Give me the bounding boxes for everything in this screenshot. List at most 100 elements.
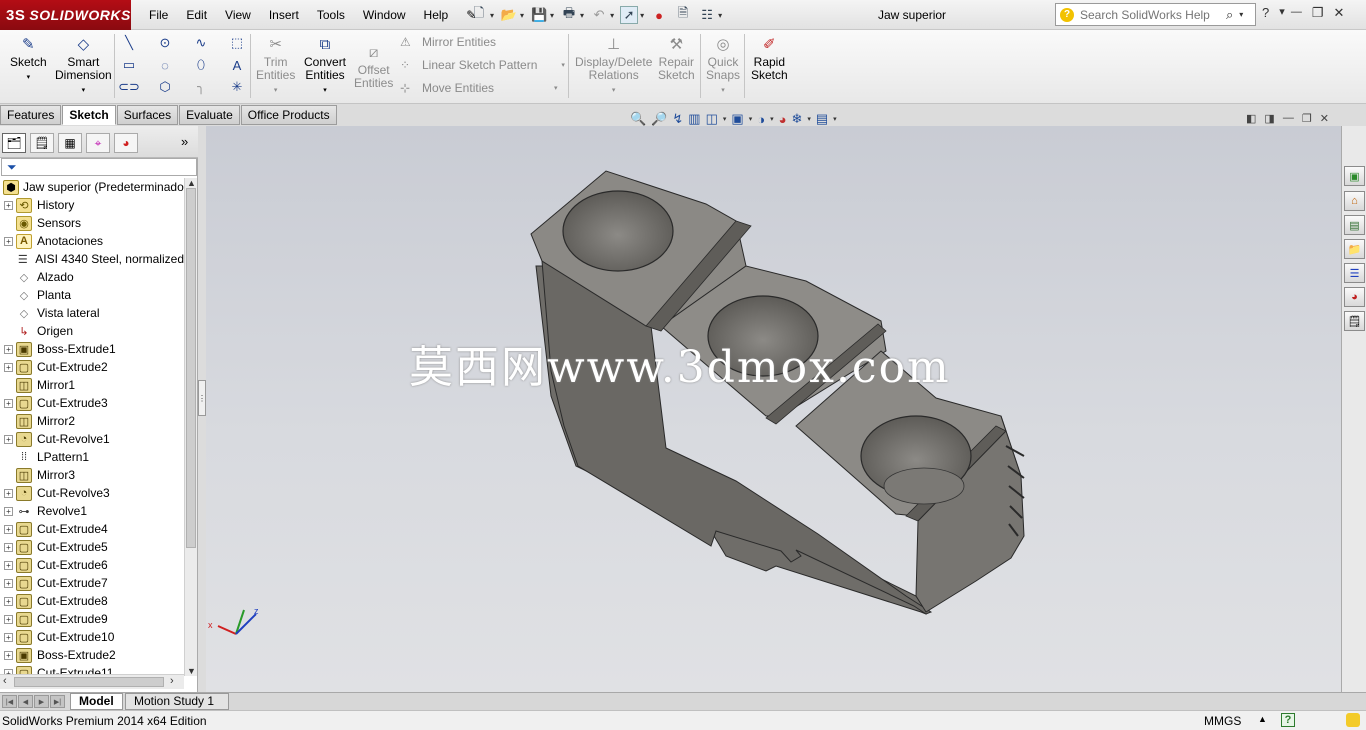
help-status-icon[interactable]: ? bbox=[1281, 713, 1295, 727]
slot-icon[interactable]: ⊂⊃ bbox=[118, 79, 140, 95]
options-dropdown-icon[interactable]: ▾ bbox=[718, 11, 722, 20]
close-icon[interactable]: ✕ bbox=[1334, 5, 1345, 21]
apply-scene-icon[interactable]: ❄ bbox=[791, 111, 802, 127]
solidworks-resources-icon[interactable]: ▣ bbox=[1344, 166, 1365, 186]
rectangle-icon[interactable]: ▭ bbox=[121, 57, 137, 73]
expand-icon[interactable]: + bbox=[4, 344, 13, 354]
solidworks-logo[interactable]: 3S SOLIDWORKS bbox=[0, 0, 131, 30]
viewport-minimize-icon[interactable]: — bbox=[1283, 112, 1294, 125]
expand-icon[interactable]: + bbox=[4, 596, 13, 606]
linear-sketch-pattern-button[interactable]: ⁘ Linear Sketch Pattern ▾ bbox=[400, 58, 565, 72]
tab-evaluate[interactable]: Evaluate bbox=[179, 105, 240, 125]
open-folder-icon[interactable]: 📂 bbox=[500, 6, 518, 24]
minimize-icon[interactable]: ▾ — bbox=[1279, 5, 1302, 21]
options-icon[interactable]: ☷ bbox=[698, 6, 716, 24]
scroll-down-icon[interactable]: ▼ bbox=[187, 666, 196, 676]
fillet-icon[interactable]: ╮ bbox=[193, 79, 209, 95]
tree-item[interactable]: + ▢ Cut-Extrude2 bbox=[0, 358, 184, 376]
tab-surfaces[interactable]: Surfaces bbox=[116, 105, 179, 125]
quick-snaps-button[interactable]: ◎ Quick Snaps ▾ bbox=[706, 34, 740, 97]
expand-icon[interactable]: + bbox=[4, 362, 13, 372]
expand-icon[interactable]: + bbox=[4, 200, 13, 210]
expand-icon[interactable]: + bbox=[4, 578, 13, 588]
tab-features[interactable]: Features bbox=[0, 105, 62, 125]
tree-filter[interactable]: ⏷ bbox=[1, 158, 197, 176]
repair-sketch-button[interactable]: ⚒ Repair Sketch bbox=[658, 34, 695, 82]
zoom-to-area-icon[interactable]: 🔎 bbox=[651, 111, 667, 127]
save-icon[interactable]: 💾 bbox=[530, 6, 548, 24]
tree-item[interactable]: ◫ Mirror1 bbox=[0, 376, 184, 394]
tree-item[interactable]: + ▢ Cut-Extrude6 bbox=[0, 556, 184, 574]
tree-root[interactable]: ⬢ Jaw superior (Predeterminado bbox=[0, 178, 184, 196]
expand-icon[interactable]: + bbox=[4, 614, 13, 624]
move-entities-button[interactable]: ⊹ Move Entities ▾ bbox=[400, 81, 558, 95]
spline-icon[interactable]: ∿ bbox=[193, 35, 209, 51]
help-icon[interactable]: ? bbox=[1262, 5, 1269, 21]
undo-dropdown-icon[interactable]: ▾ bbox=[610, 11, 614, 20]
expand-icon[interactable]: + bbox=[4, 524, 13, 534]
print-icon[interactable]: 🖶 bbox=[560, 5, 578, 24]
view-settings-icon[interactable]: ▤ bbox=[816, 111, 828, 127]
rebuild-icon[interactable]: ● bbox=[650, 6, 668, 24]
hide-show-dropdown-icon[interactable]: ▾ bbox=[770, 115, 774, 123]
tree-item[interactable]: ◇ Vista lateral bbox=[0, 304, 184, 322]
tab-motion-study-1[interactable]: Motion Study 1 bbox=[125, 693, 229, 710]
sketch-grid-icon[interactable]: ⬚ bbox=[229, 35, 245, 51]
custom-properties-icon[interactable]: 🗒 bbox=[1344, 311, 1365, 331]
save-dropdown-icon[interactable]: ▾ bbox=[550, 11, 554, 20]
print-dropdown-icon[interactable]: ▾ bbox=[580, 11, 584, 20]
tree-item[interactable]: ◇ Alzado bbox=[0, 268, 184, 286]
tree-item[interactable]: ⁞⁞ LPattern1 bbox=[0, 448, 184, 466]
menu-view[interactable]: View bbox=[216, 8, 260, 22]
scroll-right-icon[interactable]: › bbox=[170, 675, 174, 687]
display-style-icon[interactable]: ▣ bbox=[731, 111, 743, 127]
expand-icon[interactable]: + bbox=[4, 434, 13, 444]
tree-item[interactable]: + ◔ Cut-Revolve3 bbox=[0, 484, 184, 502]
restore-icon[interactable]: ❐ bbox=[1312, 5, 1324, 21]
new-dropdown-icon[interactable]: ▾ bbox=[490, 11, 494, 20]
sketch-button[interactable]: ✎ Sketch ▾ bbox=[10, 34, 47, 84]
menu-insert[interactable]: Insert bbox=[260, 8, 308, 22]
home-icon[interactable]: ⌂ bbox=[1344, 191, 1365, 211]
scene-dropdown-icon[interactable]: ▾ bbox=[807, 115, 811, 123]
new-document-icon[interactable]: 🗋 bbox=[470, 5, 488, 24]
tree-item[interactable]: + ▢ Cut-Extrude4 bbox=[0, 520, 184, 538]
menu-tools[interactable]: Tools bbox=[308, 8, 354, 22]
prev-tab-icon[interactable]: ◀ bbox=[18, 695, 33, 708]
graphics-area[interactable]: 🔍 🔎 ↯ ▥ ◫ ▾ ▣ ▾ ◑ ▾ ◕ ❄ ▾ ▤ ▾ ◧ ◨ — ❐ ✕ bbox=[206, 111, 1341, 692]
viewport-close-icon[interactable]: ✕ bbox=[1320, 112, 1329, 125]
hscroll-thumb[interactable] bbox=[14, 677, 164, 687]
expand-icon[interactable]: + bbox=[4, 488, 13, 498]
viewport-split-icon[interactable]: ◧ bbox=[1246, 112, 1256, 125]
tree-item[interactable]: + ▣ Boss-Extrude1 bbox=[0, 340, 184, 358]
rapid-sketch-button[interactable]: ✐ Rapid Sketch bbox=[751, 34, 788, 82]
display-manager-tab-icon[interactable]: ◕ bbox=[114, 133, 138, 153]
text-icon[interactable]: A bbox=[229, 57, 245, 73]
tree-item[interactable]: + ⟲ History bbox=[0, 196, 184, 214]
tree-item[interactable]: ◇ Planta bbox=[0, 286, 184, 304]
last-tab-icon[interactable]: ▶| bbox=[50, 695, 65, 708]
polygon-icon[interactable]: ⬡ bbox=[157, 79, 173, 95]
expand-icon[interactable]: + bbox=[4, 236, 13, 246]
scroll-left-icon[interactable]: ‹ bbox=[3, 675, 7, 687]
tree-item[interactable]: + ▢ Cut-Extrude9 bbox=[0, 610, 184, 628]
select-pointer-icon[interactable]: ➚ bbox=[620, 6, 639, 24]
design-library-icon[interactable]: ▤ bbox=[1344, 215, 1365, 235]
tree-item[interactable]: ↳ Origen bbox=[0, 322, 184, 340]
search-input[interactable] bbox=[1080, 7, 1220, 22]
tree-item[interactable]: + A Anotaciones bbox=[0, 232, 184, 250]
arc-icon[interactable]: ◌ bbox=[157, 57, 173, 73]
expand-icon[interactable]: + bbox=[4, 398, 13, 408]
search-dropdown-icon[interactable]: ▾ bbox=[1239, 10, 1243, 19]
expand-icon[interactable]: + bbox=[4, 632, 13, 642]
mirror-entities-button[interactable]: ⚠ Mirror Entities bbox=[400, 35, 496, 49]
hide-show-items-icon[interactable]: ◑ bbox=[757, 112, 765, 127]
tree-item[interactable]: + ▢ Cut-Extrude5 bbox=[0, 538, 184, 556]
part-model[interactable] bbox=[206, 126, 1341, 692]
viewport-restore-icon[interactable]: ❐ bbox=[1302, 112, 1312, 125]
menu-window[interactable]: Window bbox=[354, 8, 415, 22]
undo-icon[interactable]: ↶ bbox=[590, 6, 608, 24]
tab-sketch[interactable]: Sketch bbox=[62, 105, 116, 125]
move-dropdown-icon[interactable]: ▾ bbox=[554, 84, 558, 92]
edit-appearance-icon[interactable]: ◕ bbox=[779, 112, 787, 127]
